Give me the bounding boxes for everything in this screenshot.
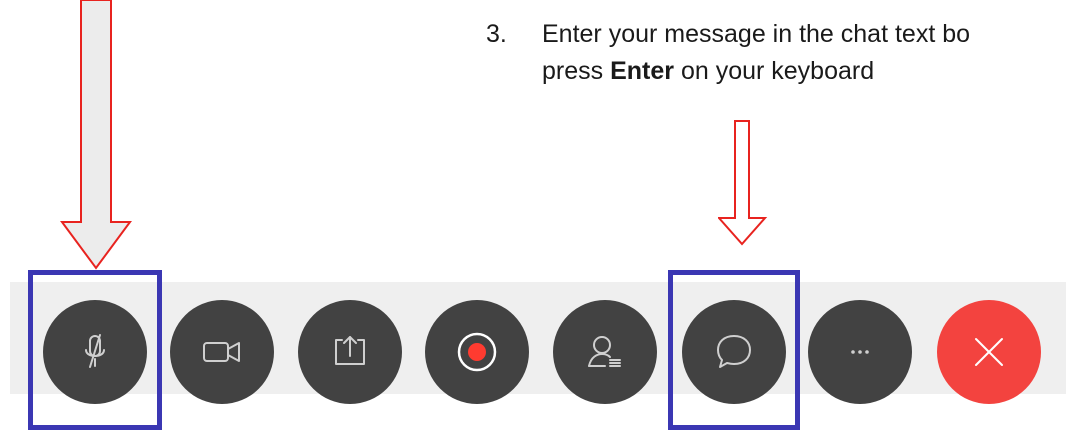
mute-highlight-box: [28, 270, 162, 430]
instruction-line-2: press Enter on your keyboard: [542, 53, 874, 90]
record-icon: [457, 332, 497, 372]
share-button[interactable]: [298, 300, 402, 404]
more-options-icon: [851, 350, 869, 354]
video-button[interactable]: [170, 300, 274, 404]
record-button[interactable]: [425, 300, 529, 404]
end-meeting-button[interactable]: [937, 300, 1041, 404]
instruction-line-2-suffix: on your keyboard: [674, 57, 875, 85]
step-number: 3.: [486, 20, 507, 48]
instruction-line-1: Enter your message in the chat text bo: [542, 20, 971, 48]
chat-highlight-box: [668, 270, 800, 430]
arrow-to-mute: [60, 0, 132, 270]
participants-button[interactable]: [553, 300, 657, 404]
share-screen-icon: [335, 336, 365, 365]
enter-key-label: Enter: [610, 57, 674, 85]
instruction-line-2-prefix: press: [542, 57, 611, 85]
close-icon: [975, 338, 1003, 366]
video-camera-icon: [203, 342, 240, 362]
more-button[interactable]: [808, 300, 912, 404]
participants-icon: [588, 336, 621, 367]
arrow-to-chat: [718, 120, 768, 246]
